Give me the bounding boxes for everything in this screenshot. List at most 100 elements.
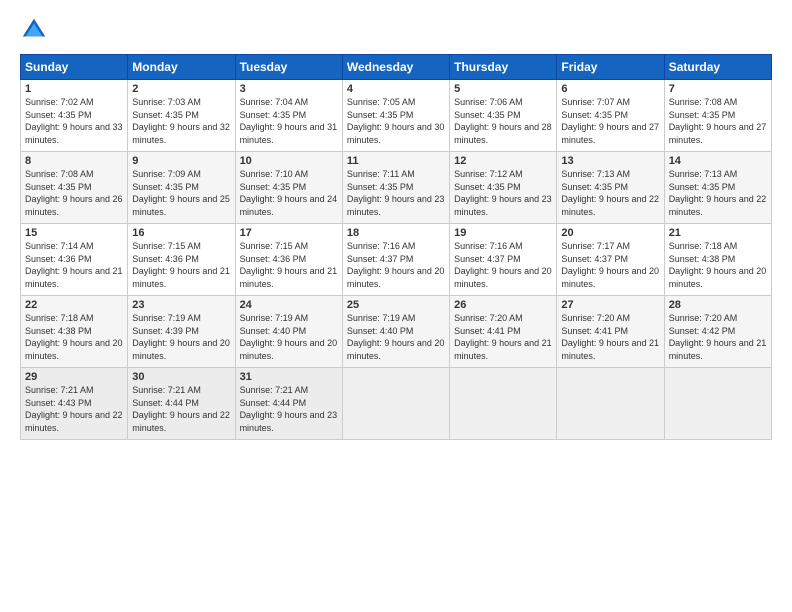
day-info: Sunrise: 7:12 AM Sunset: 4:35 PM Dayligh… (454, 168, 552, 218)
day-info: Sunrise: 7:20 AM Sunset: 4:41 PM Dayligh… (454, 312, 552, 362)
calendar-cell: 7 Sunrise: 7:08 AM Sunset: 4:35 PM Dayli… (664, 80, 771, 152)
week-row: 1 Sunrise: 7:02 AM Sunset: 4:35 PM Dayli… (21, 80, 772, 152)
day-number: 31 (240, 371, 338, 383)
week-row: 22 Sunrise: 7:18 AM Sunset: 4:38 PM Dayl… (21, 296, 772, 368)
day-info: Sunrise: 7:04 AM Sunset: 4:35 PM Dayligh… (240, 96, 338, 146)
calendar-cell: 11 Sunrise: 7:11 AM Sunset: 4:35 PM Dayl… (342, 152, 449, 224)
day-info: Sunrise: 7:09 AM Sunset: 4:35 PM Dayligh… (132, 168, 230, 218)
page: SundayMondayTuesdayWednesdayThursdayFrid… (0, 0, 792, 612)
calendar-cell: 25 Sunrise: 7:19 AM Sunset: 4:40 PM Dayl… (342, 296, 449, 368)
day-number: 19 (454, 227, 552, 239)
calendar-cell (557, 368, 664, 440)
calendar-cell: 18 Sunrise: 7:16 AM Sunset: 4:37 PM Dayl… (342, 224, 449, 296)
day-number: 12 (454, 155, 552, 167)
day-info: Sunrise: 7:08 AM Sunset: 4:35 PM Dayligh… (25, 168, 123, 218)
logo (20, 16, 52, 44)
day-info: Sunrise: 7:15 AM Sunset: 4:36 PM Dayligh… (132, 240, 230, 290)
day-number: 13 (561, 155, 659, 167)
day-info: Sunrise: 7:05 AM Sunset: 4:35 PM Dayligh… (347, 96, 445, 146)
calendar-cell: 3 Sunrise: 7:04 AM Sunset: 4:35 PM Dayli… (235, 80, 342, 152)
column-header-friday: Friday (557, 55, 664, 80)
day-number: 14 (669, 155, 767, 167)
day-number: 26 (454, 299, 552, 311)
day-info: Sunrise: 7:11 AM Sunset: 4:35 PM Dayligh… (347, 168, 445, 218)
day-number: 4 (347, 83, 445, 95)
day-number: 24 (240, 299, 338, 311)
calendar-cell: 24 Sunrise: 7:19 AM Sunset: 4:40 PM Dayl… (235, 296, 342, 368)
day-number: 7 (669, 83, 767, 95)
day-info: Sunrise: 7:03 AM Sunset: 4:35 PM Dayligh… (132, 96, 230, 146)
day-number: 25 (347, 299, 445, 311)
day-number: 17 (240, 227, 338, 239)
calendar-cell: 28 Sunrise: 7:20 AM Sunset: 4:42 PM Dayl… (664, 296, 771, 368)
day-number: 27 (561, 299, 659, 311)
day-info: Sunrise: 7:17 AM Sunset: 4:37 PM Dayligh… (561, 240, 659, 290)
calendar-cell: 17 Sunrise: 7:15 AM Sunset: 4:36 PM Dayl… (235, 224, 342, 296)
logo-icon (20, 16, 48, 44)
day-info: Sunrise: 7:20 AM Sunset: 4:42 PM Dayligh… (669, 312, 767, 362)
day-number: 9 (132, 155, 230, 167)
day-info: Sunrise: 7:14 AM Sunset: 4:36 PM Dayligh… (25, 240, 123, 290)
calendar-body: 1 Sunrise: 7:02 AM Sunset: 4:35 PM Dayli… (21, 80, 772, 440)
calendar-cell: 20 Sunrise: 7:17 AM Sunset: 4:37 PM Dayl… (557, 224, 664, 296)
day-info: Sunrise: 7:19 AM Sunset: 4:40 PM Dayligh… (240, 312, 338, 362)
day-number: 11 (347, 155, 445, 167)
day-number: 16 (132, 227, 230, 239)
day-info: Sunrise: 7:19 AM Sunset: 4:40 PM Dayligh… (347, 312, 445, 362)
calendar-cell (450, 368, 557, 440)
day-info: Sunrise: 7:19 AM Sunset: 4:39 PM Dayligh… (132, 312, 230, 362)
day-number: 10 (240, 155, 338, 167)
calendar-table: SundayMondayTuesdayWednesdayThursdayFrid… (20, 54, 772, 440)
day-info: Sunrise: 7:02 AM Sunset: 4:35 PM Dayligh… (25, 96, 123, 146)
calendar-cell: 19 Sunrise: 7:16 AM Sunset: 4:37 PM Dayl… (450, 224, 557, 296)
calendar-cell: 26 Sunrise: 7:20 AM Sunset: 4:41 PM Dayl… (450, 296, 557, 368)
day-number: 15 (25, 227, 123, 239)
day-number: 22 (25, 299, 123, 311)
day-info: Sunrise: 7:18 AM Sunset: 4:38 PM Dayligh… (669, 240, 767, 290)
day-number: 30 (132, 371, 230, 383)
day-info: Sunrise: 7:10 AM Sunset: 4:35 PM Dayligh… (240, 168, 338, 218)
calendar-cell: 9 Sunrise: 7:09 AM Sunset: 4:35 PM Dayli… (128, 152, 235, 224)
day-number: 21 (669, 227, 767, 239)
column-header-monday: Monday (128, 55, 235, 80)
calendar-cell: 12 Sunrise: 7:12 AM Sunset: 4:35 PM Dayl… (450, 152, 557, 224)
calendar-cell (664, 368, 771, 440)
day-info: Sunrise: 7:16 AM Sunset: 4:37 PM Dayligh… (347, 240, 445, 290)
week-row: 8 Sunrise: 7:08 AM Sunset: 4:35 PM Dayli… (21, 152, 772, 224)
calendar-cell: 14 Sunrise: 7:13 AM Sunset: 4:35 PM Dayl… (664, 152, 771, 224)
day-info: Sunrise: 7:07 AM Sunset: 4:35 PM Dayligh… (561, 96, 659, 146)
day-info: Sunrise: 7:13 AM Sunset: 4:35 PM Dayligh… (669, 168, 767, 218)
day-info: Sunrise: 7:21 AM Sunset: 4:43 PM Dayligh… (25, 384, 123, 434)
calendar-cell: 13 Sunrise: 7:13 AM Sunset: 4:35 PM Dayl… (557, 152, 664, 224)
day-info: Sunrise: 7:13 AM Sunset: 4:35 PM Dayligh… (561, 168, 659, 218)
day-number: 1 (25, 83, 123, 95)
day-number: 5 (454, 83, 552, 95)
calendar-header: SundayMondayTuesdayWednesdayThursdayFrid… (21, 55, 772, 80)
calendar-cell: 29 Sunrise: 7:21 AM Sunset: 4:43 PM Dayl… (21, 368, 128, 440)
calendar-cell: 10 Sunrise: 7:10 AM Sunset: 4:35 PM Dayl… (235, 152, 342, 224)
calendar-cell: 5 Sunrise: 7:06 AM Sunset: 4:35 PM Dayli… (450, 80, 557, 152)
day-number: 3 (240, 83, 338, 95)
calendar-cell: 21 Sunrise: 7:18 AM Sunset: 4:38 PM Dayl… (664, 224, 771, 296)
day-info: Sunrise: 7:21 AM Sunset: 4:44 PM Dayligh… (132, 384, 230, 434)
day-number: 29 (25, 371, 123, 383)
column-header-sunday: Sunday (21, 55, 128, 80)
calendar-cell: 1 Sunrise: 7:02 AM Sunset: 4:35 PM Dayli… (21, 80, 128, 152)
calendar-cell: 22 Sunrise: 7:18 AM Sunset: 4:38 PM Dayl… (21, 296, 128, 368)
day-number: 20 (561, 227, 659, 239)
day-info: Sunrise: 7:06 AM Sunset: 4:35 PM Dayligh… (454, 96, 552, 146)
calendar-cell: 31 Sunrise: 7:21 AM Sunset: 4:44 PM Dayl… (235, 368, 342, 440)
calendar-cell: 16 Sunrise: 7:15 AM Sunset: 4:36 PM Dayl… (128, 224, 235, 296)
week-row: 15 Sunrise: 7:14 AM Sunset: 4:36 PM Dayl… (21, 224, 772, 296)
calendar-cell: 15 Sunrise: 7:14 AM Sunset: 4:36 PM Dayl… (21, 224, 128, 296)
calendar-cell: 30 Sunrise: 7:21 AM Sunset: 4:44 PM Dayl… (128, 368, 235, 440)
day-number: 8 (25, 155, 123, 167)
day-info: Sunrise: 7:15 AM Sunset: 4:36 PM Dayligh… (240, 240, 338, 290)
column-header-thursday: Thursday (450, 55, 557, 80)
calendar-cell: 6 Sunrise: 7:07 AM Sunset: 4:35 PM Dayli… (557, 80, 664, 152)
calendar-cell: 4 Sunrise: 7:05 AM Sunset: 4:35 PM Dayli… (342, 80, 449, 152)
day-number: 6 (561, 83, 659, 95)
day-info: Sunrise: 7:18 AM Sunset: 4:38 PM Dayligh… (25, 312, 123, 362)
header-row: SundayMondayTuesdayWednesdayThursdayFrid… (21, 55, 772, 80)
day-number: 2 (132, 83, 230, 95)
